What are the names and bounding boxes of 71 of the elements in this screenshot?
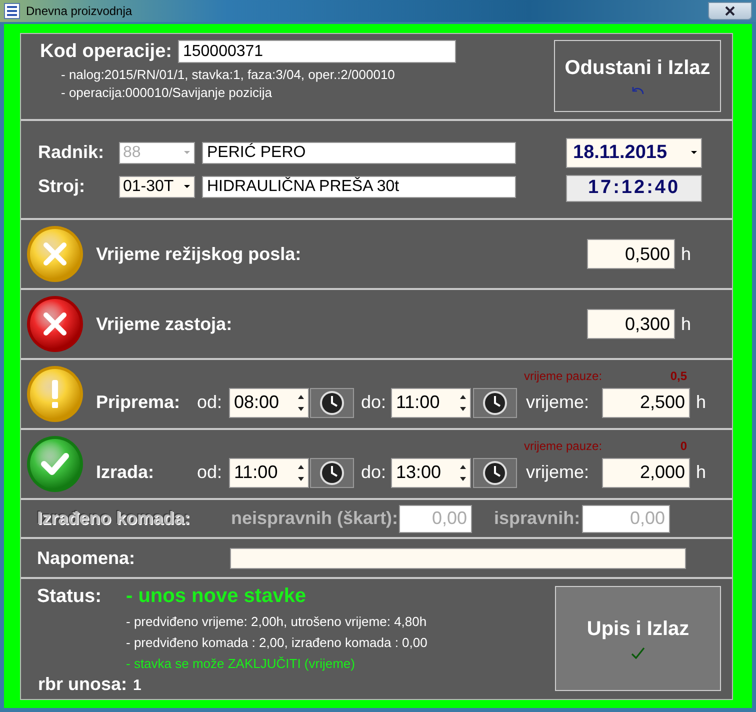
undo-icon	[630, 86, 644, 95]
entry-label: rbr unosa:	[38, 674, 128, 695]
name-field[interactable]: HIDRAULIČNA PREŠA 30t	[202, 176, 516, 198]
unit-label: h	[696, 462, 706, 484]
clock-icon	[482, 390, 508, 416]
status-label: Status:	[37, 586, 102, 608]
status-line: - predviđeno komada : 2,00, izrađeno komada : 0,00	[126, 635, 428, 650]
operation-detail: - nalog:2015/RN/01/1, stavka:1, faza:3/04, oper.:2/000010	[61, 67, 396, 82]
pause-label: vrijeme pauze:	[524, 438, 602, 453]
row-label: Priprema:	[96, 392, 182, 414]
hours-field[interactable]: 0,300	[586, 309, 675, 340]
unit-label: h	[680, 314, 691, 335]
defect-label: neispravnih (škart):	[231, 508, 398, 529]
time-field[interactable]: 13:00	[391, 458, 471, 488]
cancel-button[interactable]: Odustani i Izlaz	[554, 40, 721, 112]
save-button[interactable]: Upis i Izlaz	[555, 586, 721, 692]
operation-detail: - operacija:000010/Savijanje pozicija	[61, 85, 274, 100]
hours-field[interactable]: 2,500	[602, 388, 690, 418]
from-label: od:	[197, 392, 224, 414]
field-label: Stroj:	[38, 176, 86, 198]
name-field[interactable]: PERIĆ PERO	[202, 142, 516, 164]
clock-button[interactable]	[310, 458, 354, 488]
unit-label: h	[680, 244, 691, 265]
status-line: - stavka se može ZAKLJUČITI (vrijeme)	[126, 656, 356, 672]
entry-number: 1	[133, 676, 142, 694]
to-label: do:	[361, 462, 388, 484]
status-value: - unos nove stavke	[126, 585, 306, 608]
date-picker[interactable]: 18.11.2015	[566, 138, 702, 168]
good-label: ispravnih:	[494, 508, 580, 529]
checkmark-icon	[26, 434, 84, 493]
row-label: Vrijeme zastoja:	[96, 314, 232, 335]
id-dropdown[interactable]: 01-30T	[119, 176, 195, 198]
clock-display: 17:12:40	[566, 174, 702, 202]
clock-button[interactable]	[473, 458, 517, 488]
pieces-label: Izrađeno komada:	[37, 508, 192, 529]
close-icon	[26, 295, 84, 354]
time-field[interactable]: 11:00	[229, 458, 309, 488]
checkmark-icon	[631, 647, 645, 660]
to-label: do:	[361, 392, 388, 414]
dropdown-arrow-icon[interactable]	[690, 150, 698, 156]
field-label: Radnik:	[38, 142, 106, 164]
row-label: Izrada:	[96, 462, 156, 484]
close-icon	[26, 225, 84, 284]
note-field[interactable]	[230, 548, 686, 569]
status-line: - predviđeno vrijeme: 2,00h, utrošeno vrijeme: 4,80h	[126, 614, 428, 630]
time-field[interactable]: 11:00	[391, 388, 471, 418]
clock-button[interactable]	[310, 388, 354, 418]
pause-value: 0	[680, 438, 687, 453]
clock-icon	[319, 390, 345, 416]
operation-label: Kod operacije:	[40, 40, 172, 62]
clock-button[interactable]	[473, 388, 517, 418]
unit-label: h	[696, 392, 706, 414]
time-label: vrijeme:	[526, 462, 590, 484]
window-title: Dnevna proizvodnja	[26, 4, 132, 18]
clock-icon	[319, 460, 345, 486]
note-label: Napomena:	[37, 548, 136, 569]
row-label: Vrijeme režijskog posla:	[96, 244, 302, 265]
from-label: od:	[197, 462, 224, 484]
hours-field[interactable]: 2,000	[602, 458, 690, 488]
time-label: vrijeme:	[526, 392, 590, 414]
close-button[interactable]	[708, 2, 752, 20]
hours-field[interactable]: 0,500	[586, 239, 675, 270]
warning-icon	[26, 364, 84, 423]
clock-icon	[482, 460, 508, 486]
app-icon	[4, 3, 20, 19]
pause-label: vrijeme pauze:	[524, 368, 602, 383]
time-field[interactable]: 08:00	[229, 388, 309, 418]
dropdown-arrow-icon[interactable]	[183, 184, 191, 190]
close-icon	[725, 6, 735, 16]
pause-value: 0,5	[670, 368, 687, 383]
operation-code-field[interactable]: 150000371	[178, 40, 456, 63]
